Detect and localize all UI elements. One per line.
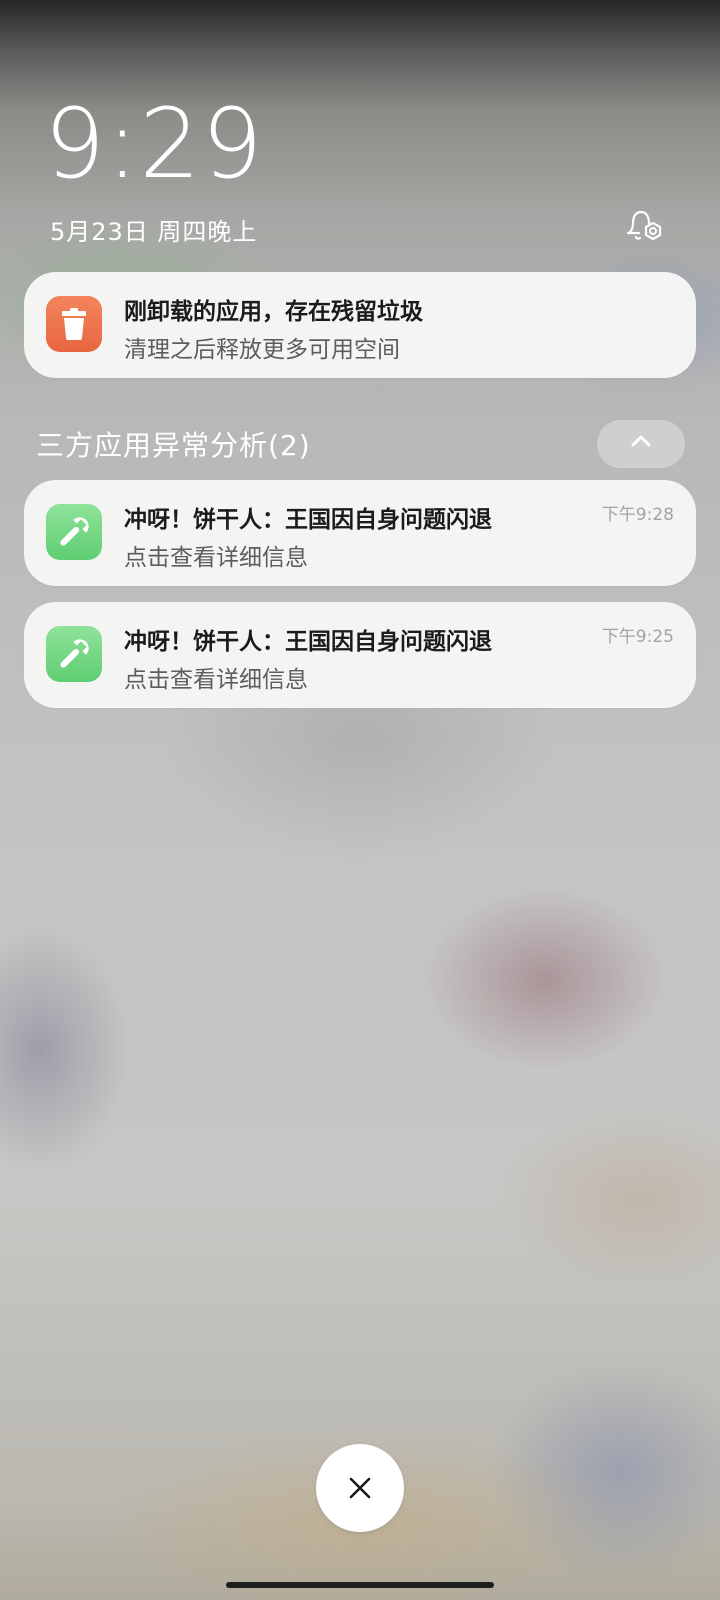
cleanup-subtitle: 清理之后释放更多可用空间 (124, 337, 400, 363)
home-indicator[interactable] (226, 1582, 494, 1588)
close-icon (349, 1477, 371, 1499)
lockscreen-date: 5月23日 周四晚上 (50, 218, 258, 246)
trash-icon (62, 308, 86, 340)
crash-title-2: 冲呀！饼干人：王国因自身问题闪退 (124, 629, 492, 655)
collapse-group-button[interactable] (597, 420, 685, 468)
crash-notification-2[interactable]: 冲呀！饼干人：王国因自身问题闪退 点击查看详细信息 下午9:25 (24, 602, 696, 708)
analysis-app-icon (46, 626, 102, 682)
cleanup-title: 刚卸载的应用，存在残留垃圾 (124, 299, 423, 325)
crash-title-1: 冲呀！饼干人：王国因自身问题闪退 (124, 507, 492, 533)
analysis-app-icon (46, 504, 102, 560)
clear-all-button[interactable] (316, 1444, 404, 1532)
wrench-icon (60, 639, 89, 668)
crash-time-2: 下午9:25 (601, 627, 674, 647)
cleanup-notification[interactable]: 刚卸载的应用，存在残留垃圾 清理之后释放更多可用空间 (24, 272, 696, 378)
notification-settings-icon[interactable] (622, 206, 666, 246)
cleanup-app-icon (46, 296, 102, 352)
wrench-icon (60, 517, 89, 546)
notification-group-header: 三方应用异常分析(2) (36, 429, 311, 462)
lockscreen-clock: 9:29 (44, 88, 264, 200)
crash-subtitle-1: 点击查看详细信息 (124, 545, 308, 571)
crash-time-1: 下午9:28 (601, 505, 674, 525)
crash-subtitle-2: 点击查看详细信息 (124, 667, 308, 693)
crash-notification-1[interactable]: 冲呀！饼干人：王国因自身问题闪退 点击查看详细信息 下午9:28 (24, 480, 696, 586)
chevron-up-icon (631, 435, 651, 447)
